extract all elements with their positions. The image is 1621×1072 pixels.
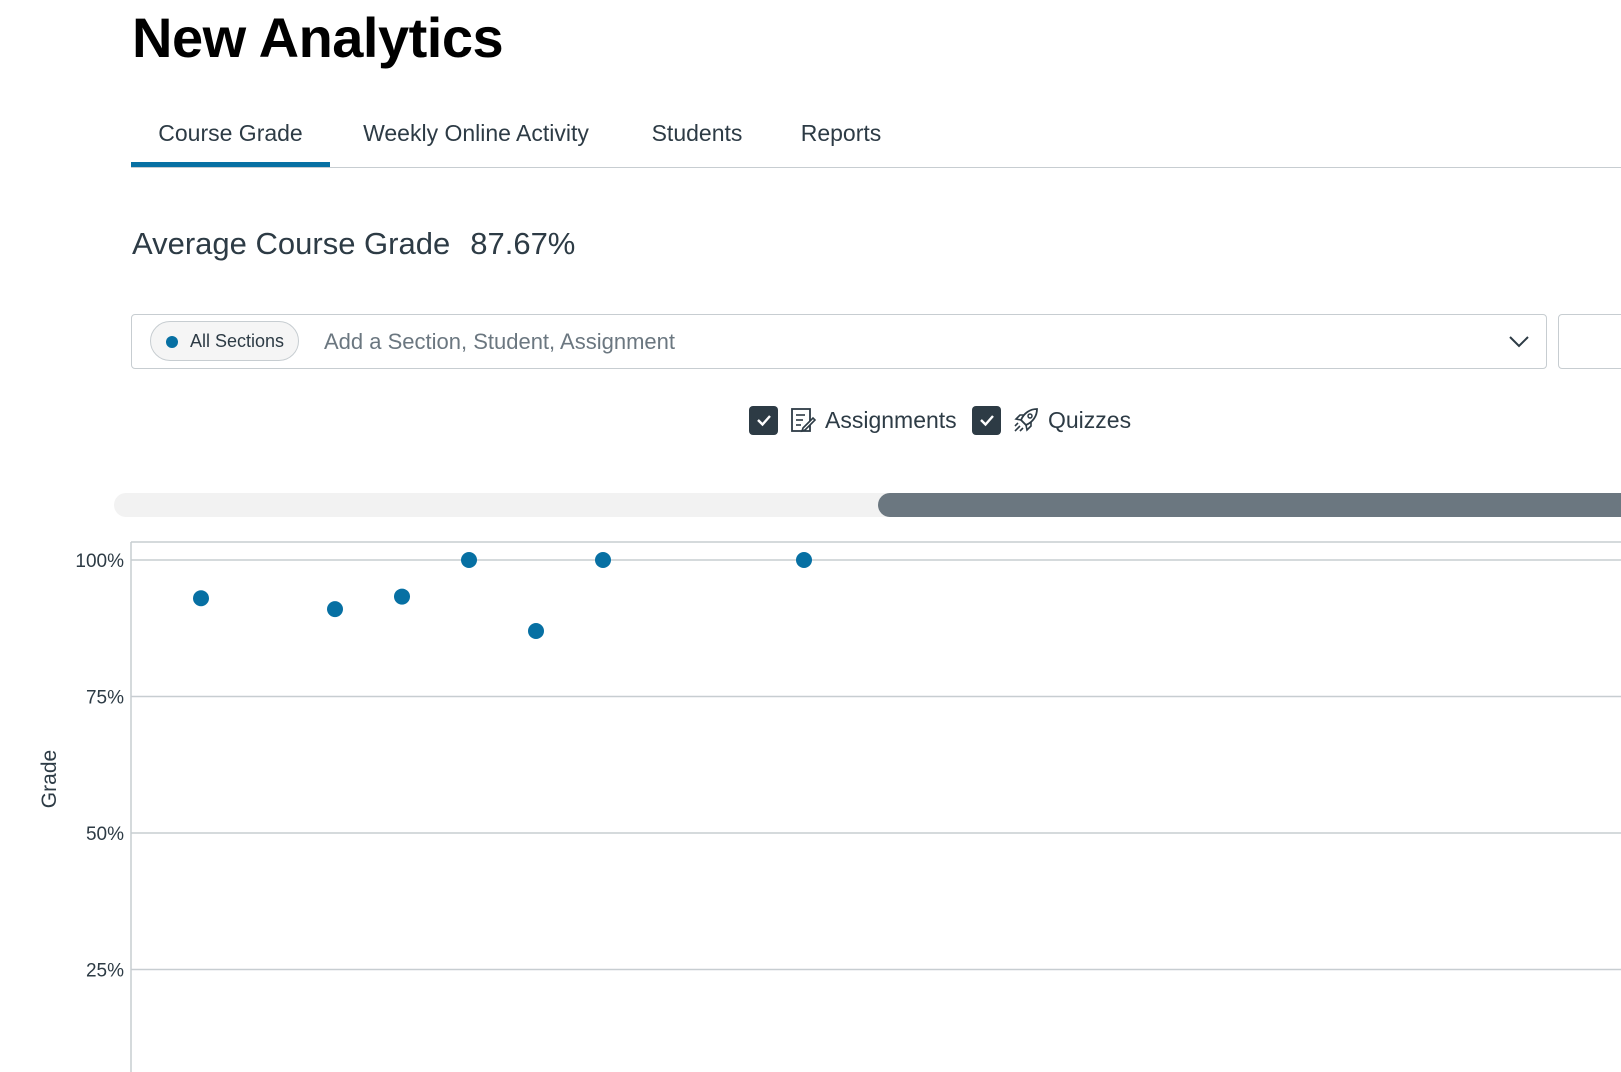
assignment-icon xyxy=(791,408,817,433)
y-tick-label: 50% xyxy=(86,824,124,845)
all-sections-pill-label: All Sections xyxy=(190,331,285,351)
legend-quizzes[interactable]: Quizzes xyxy=(972,402,1131,438)
grade-data-point[interactable] xyxy=(528,622,544,639)
chart-scroll-thumb[interactable] xyxy=(878,493,1621,517)
assignments-checkbox[interactable] xyxy=(749,405,778,435)
filter-search-input[interactable] xyxy=(324,323,1474,361)
grade-data-point[interactable] xyxy=(394,588,410,605)
legend-assignments[interactable]: Assignments xyxy=(749,402,957,438)
grade-scatter-chart: 100% 75% 50% 25% Grade xyxy=(38,541,1621,1072)
tab-course-grade[interactable]: Course Grade xyxy=(131,110,330,167)
grade-data-point[interactable] xyxy=(796,552,812,568)
y-tick-label: 100% xyxy=(75,551,124,572)
checkmark-icon xyxy=(756,415,771,427)
side-button-edge[interactable] xyxy=(1558,314,1621,369)
y-tick-label: 25% xyxy=(86,961,124,982)
filter-combobox[interactable]: All Sections xyxy=(131,314,1547,369)
all-sections-pill[interactable]: All Sections xyxy=(150,321,299,361)
section-dot-icon xyxy=(166,336,178,348)
quizzes-label: Quizzes xyxy=(1048,406,1132,433)
average-course-grade: Average Course Grade 87.67% xyxy=(132,224,575,264)
grade-data-point[interactable] xyxy=(595,552,611,568)
tab-reports[interactable]: Reports xyxy=(781,110,901,167)
y-axis-label: Grade xyxy=(38,750,61,808)
grade-data-point[interactable] xyxy=(327,601,343,618)
rocket-icon xyxy=(1014,408,1038,432)
checkmark-icon xyxy=(979,415,994,427)
grade-data-point[interactable] xyxy=(461,552,477,568)
tab-weekly-online-activity[interactable]: Weekly Online Activity xyxy=(341,110,611,167)
y-tick-label: 75% xyxy=(86,688,124,709)
chevron-down-icon[interactable] xyxy=(1506,329,1532,355)
page-title: New Analytics xyxy=(132,6,504,69)
quizzes-checkbox[interactable] xyxy=(972,405,1001,435)
tab-students[interactable]: Students xyxy=(636,110,758,167)
tab-bar: Course Grade Weekly Online Activity Stud… xyxy=(131,110,1621,168)
average-course-grade-value: 87.67% xyxy=(470,226,576,261)
average-course-grade-label: Average Course Grade xyxy=(132,226,451,261)
assignments-label: Assignments xyxy=(825,406,957,433)
grade-data-point[interactable] xyxy=(193,590,209,607)
